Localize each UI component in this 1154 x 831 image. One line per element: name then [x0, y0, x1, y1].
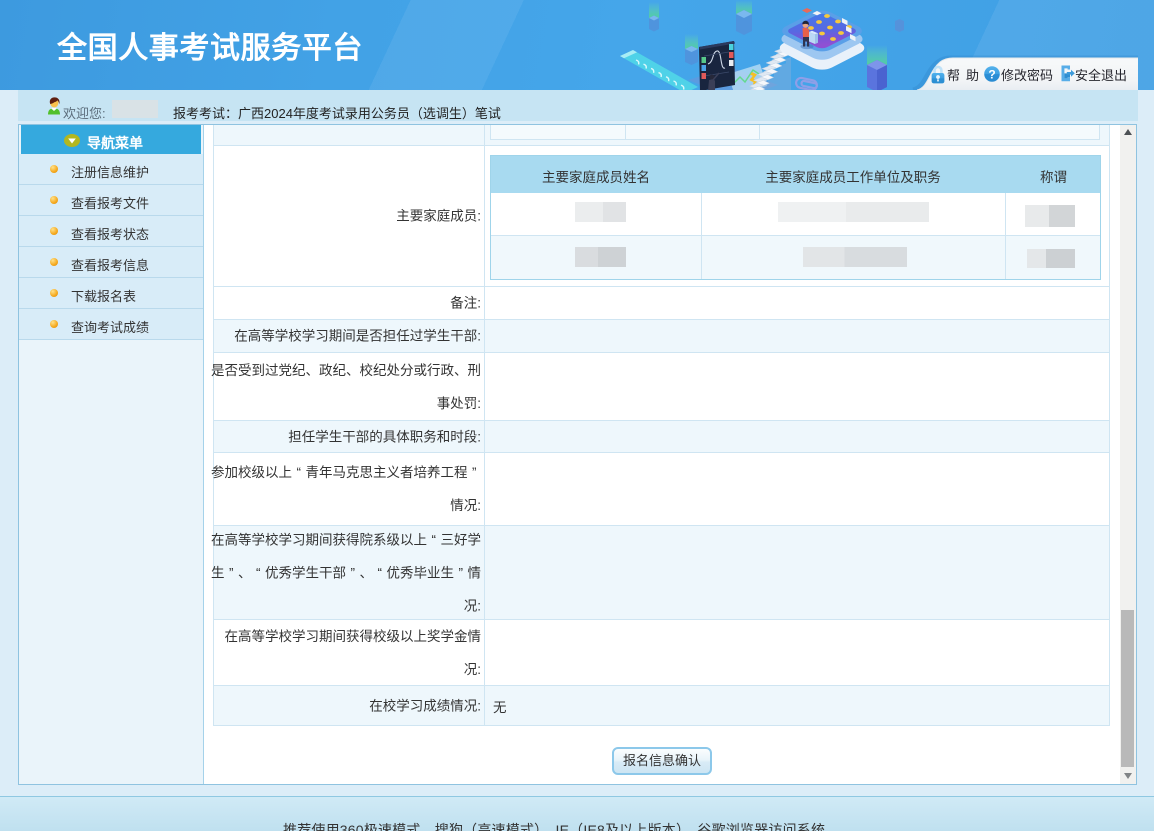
svg-text:?: ? [988, 68, 995, 82]
